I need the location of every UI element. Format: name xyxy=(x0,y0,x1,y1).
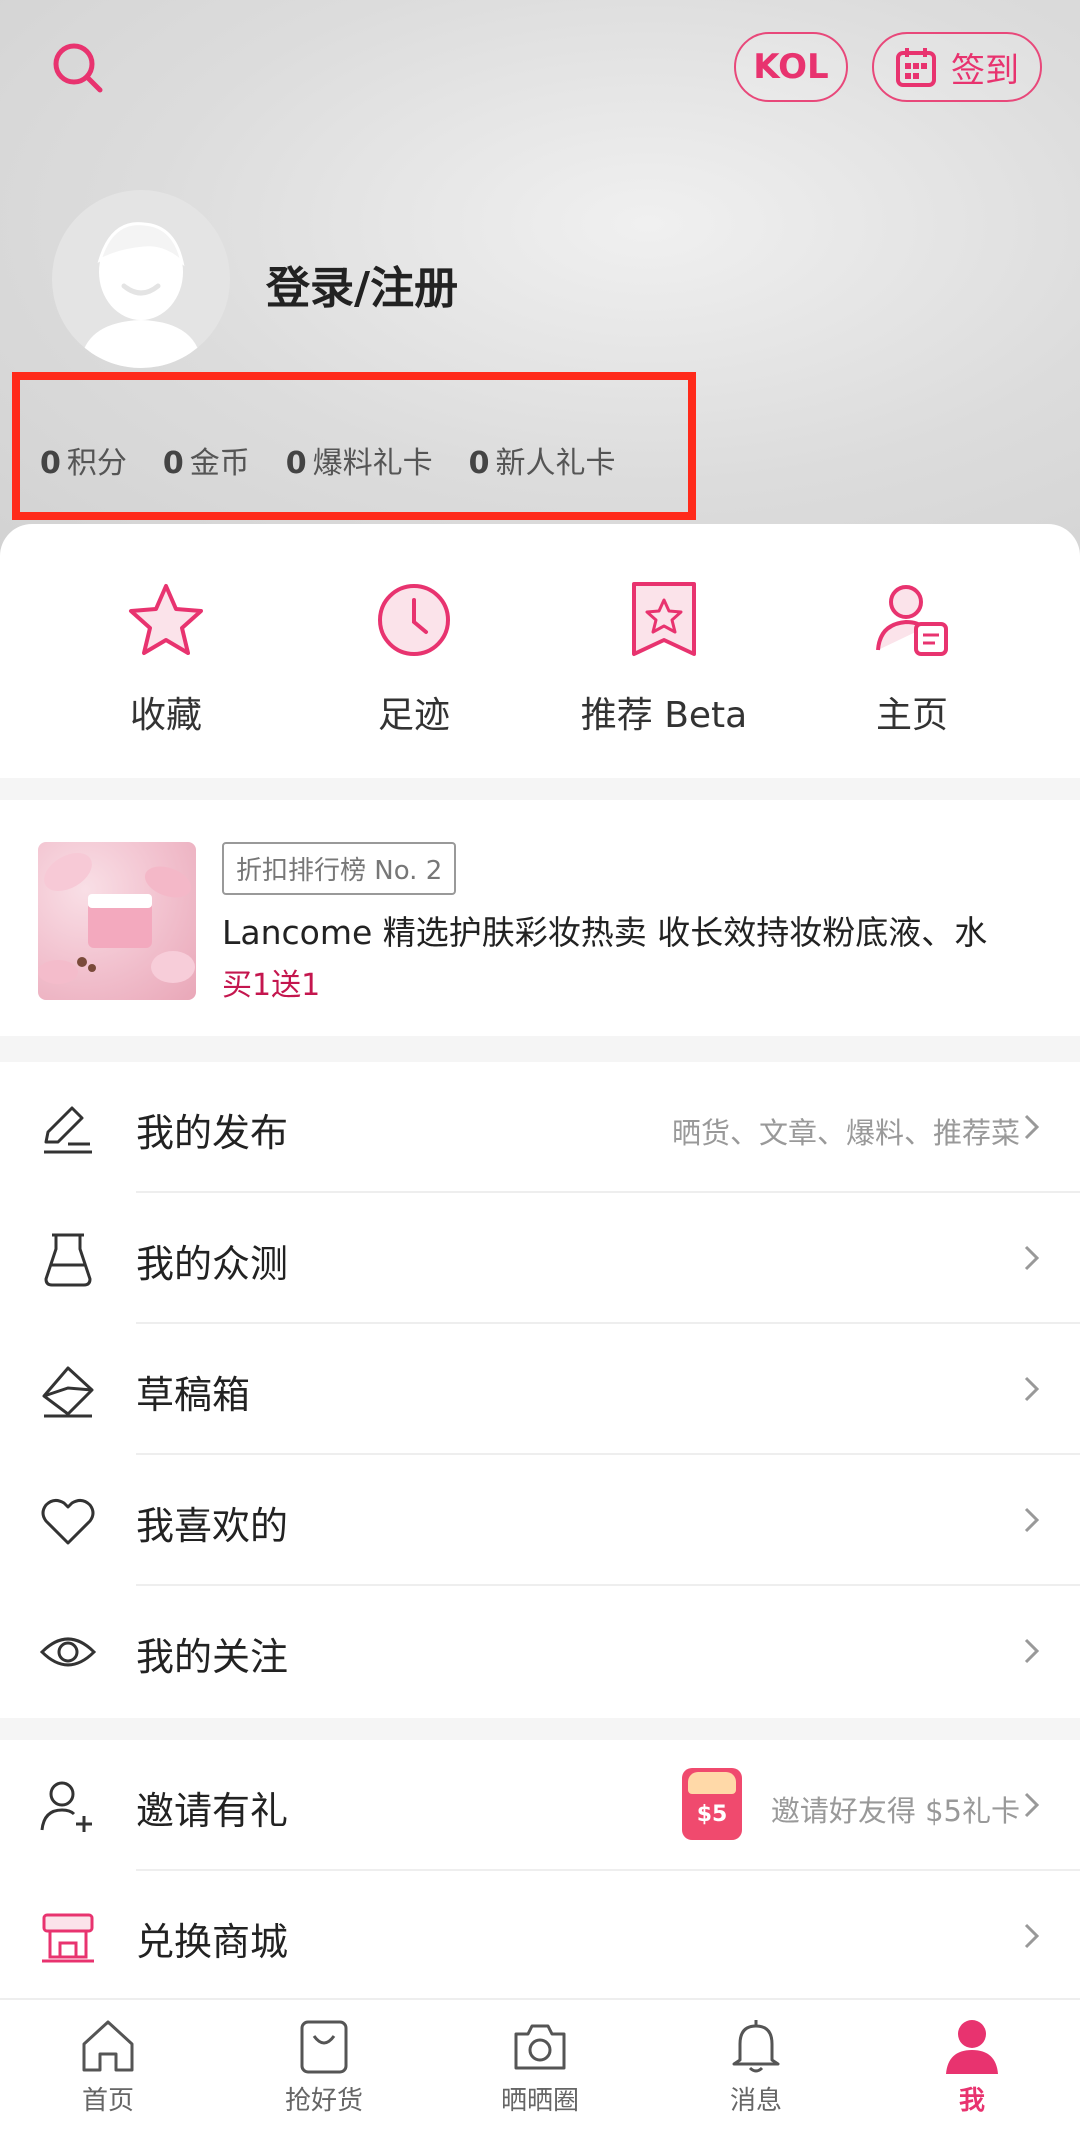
promo-subtitle: 买1送1 xyxy=(222,968,321,1003)
user-icon xyxy=(946,2020,998,2074)
home-icon xyxy=(82,2020,134,2072)
search-button[interactable] xyxy=(48,38,108,98)
quick-label: 收藏 xyxy=(129,695,202,736)
menu-item-redeem-mall[interactable]: 兑换商城 xyxy=(0,1871,1080,2002)
menu-label: 我喜欢的 xyxy=(136,1504,289,1548)
chevron-right-icon xyxy=(1024,1507,1040,1533)
bottom-tab-bar: 首页 抢好货 晒晒圈 消息 我 xyxy=(0,1998,1080,2129)
heart-icon xyxy=(41,1498,95,1545)
menu-item-drafts[interactable]: 草稿箱 xyxy=(0,1324,1080,1455)
shop-icon xyxy=(42,1913,94,1963)
tab-label: 首页 xyxy=(81,2086,134,2116)
menu-label: 我的发布 xyxy=(136,1111,289,1155)
tab-label: 晒晒圈 xyxy=(500,2086,579,2116)
stat-coins[interactable]: 0 金币 xyxy=(163,438,250,482)
clock-icon xyxy=(378,584,450,656)
menu-label: 兑换商城 xyxy=(136,1920,289,1964)
kol-label: KOL xyxy=(753,47,829,87)
quick-homepage[interactable]: 主页 xyxy=(788,580,1036,738)
flask-icon xyxy=(44,1233,92,1287)
promo-tag: 折扣排行榜 No. 2 xyxy=(222,842,457,895)
menu-label: 草稿箱 xyxy=(136,1373,251,1417)
menu-sub: 邀请好友得 $5礼卡 xyxy=(770,1794,1020,1828)
quick-label: 足迹 xyxy=(377,695,450,736)
chevron-right-icon xyxy=(1024,1638,1040,1664)
edit-pen-icon xyxy=(44,1106,92,1154)
default-avatar-icon xyxy=(80,222,202,368)
quick-label: 主页 xyxy=(875,695,948,736)
shopping-bag-icon xyxy=(300,2020,348,2074)
draft-envelope-icon xyxy=(42,1366,94,1418)
gift-badge-icon: $5 xyxy=(682,1768,742,1840)
promo-title[interactable]: Lancome 精选护肤彩妆热卖 收长效持妆粉底液、水 xyxy=(222,906,987,954)
stats-row: 0 积分 0 金币 0 爆料礼卡 0 新人礼卡 xyxy=(40,438,652,482)
menu-item-my-posts[interactable]: 我的发布 晒货、文章、爆料、推荐菜 xyxy=(0,1062,1080,1193)
menu-list-secondary: 邀请有礼 $5 邀请好友得 $5礼卡 兑换商城 xyxy=(0,1740,1080,2002)
menu-item-invite[interactable]: 邀请有礼 $5 邀请好友得 $5礼卡 xyxy=(0,1740,1080,1871)
stat-label: 新人礼卡 xyxy=(495,446,616,481)
camera-icon xyxy=(514,2024,566,2070)
tab-showcase[interactable]: 晒晒圈 xyxy=(432,2016,648,2117)
tab-me[interactable]: 我 xyxy=(864,2016,1080,2117)
quick-history[interactable]: 足迹 xyxy=(290,580,538,738)
calendar-icon xyxy=(896,48,936,87)
tab-label: 抢好货 xyxy=(284,2086,363,2116)
checkin-button[interactable]: 签到 xyxy=(872,32,1042,102)
tab-label: 消息 xyxy=(729,2086,782,2116)
eye-icon xyxy=(39,1637,97,1667)
tab-label: 我 xyxy=(958,2086,985,2116)
menu-item-following[interactable]: 我的关注 xyxy=(0,1586,1080,1717)
checkin-label: 签到 xyxy=(951,50,1019,91)
stat-label: 积分 xyxy=(66,446,127,481)
chevron-right-icon xyxy=(1024,1792,1040,1818)
stat-value: 0 xyxy=(285,446,307,481)
stat-deal-cards[interactable]: 0 爆料礼卡 xyxy=(286,438,433,482)
menu-list: 我的发布 晒货、文章、爆料、推荐菜 我的众测 草稿箱 我喜欢的 我的关注 xyxy=(0,1062,1080,1718)
star-icon xyxy=(129,584,203,655)
quick-recommend[interactable]: 推荐 Beta xyxy=(540,580,788,738)
menu-item-liked[interactable]: 我喜欢的 xyxy=(0,1455,1080,1586)
profile-card-icon xyxy=(876,585,948,656)
chevron-right-icon xyxy=(1024,1114,1040,1140)
bookmark-star-icon xyxy=(632,582,696,656)
quick-label: 推荐 Beta xyxy=(580,695,748,736)
stat-newbie-cards[interactable]: 0 新人礼卡 xyxy=(469,438,616,482)
stat-label: 爆料礼卡 xyxy=(312,446,433,481)
menu-item-my-tests[interactable]: 我的众测 xyxy=(0,1193,1080,1324)
quick-actions: 收藏 足迹 推荐 Beta 主页 xyxy=(0,524,1080,778)
add-user-icon xyxy=(40,1781,92,1832)
login-register-link[interactable]: 登录/注册 xyxy=(266,252,458,316)
tab-home[interactable]: 首页 xyxy=(0,2016,216,2117)
promo-product-image xyxy=(38,842,196,1000)
stat-value: 0 xyxy=(468,446,490,481)
menu-sub: 晒货、文章、爆料、推荐菜 xyxy=(671,1116,1020,1150)
menu-label: 邀请有礼 xyxy=(136,1789,289,1833)
kol-button[interactable]: KOL xyxy=(734,32,848,102)
stat-value: 0 xyxy=(40,446,61,481)
chevron-right-icon xyxy=(1024,1923,1040,1949)
avatar[interactable] xyxy=(52,190,230,368)
stat-label: 金币 xyxy=(189,446,250,481)
stat-value: 0 xyxy=(162,446,184,481)
stat-points[interactable]: 0 积分 xyxy=(40,438,127,482)
tab-messages[interactable]: 消息 xyxy=(648,2016,864,2117)
quick-favorites[interactable]: 收藏 xyxy=(42,580,290,738)
tab-deals[interactable]: 抢好货 xyxy=(216,2016,432,2117)
gift-badge-label: $5 xyxy=(696,1802,728,1827)
search-icon xyxy=(53,43,103,93)
chevron-right-icon xyxy=(1024,1376,1040,1402)
menu-label: 我的关注 xyxy=(136,1635,289,1679)
bell-icon xyxy=(732,2020,780,2073)
menu-label: 我的众测 xyxy=(136,1242,289,1286)
chevron-right-icon xyxy=(1024,1245,1040,1271)
